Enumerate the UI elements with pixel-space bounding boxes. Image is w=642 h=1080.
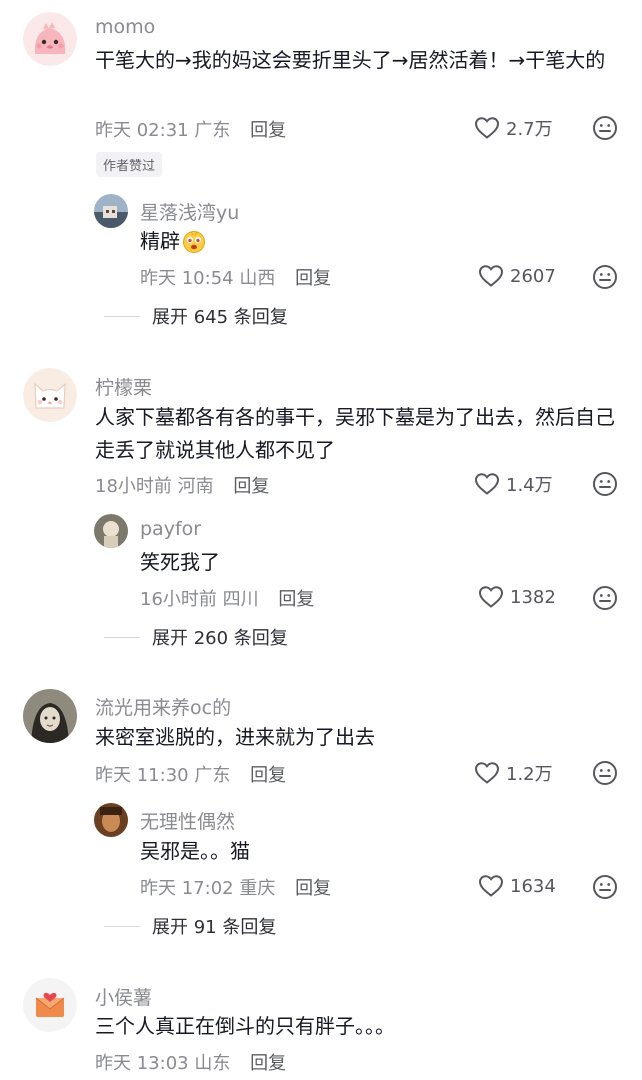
- white-cat-avatar-icon: [23, 368, 77, 422]
- avatar[interactable]: [23, 978, 77, 1032]
- sticker-reply-button[interactable]: [592, 585, 618, 611]
- photo-avatar-icon: [94, 514, 128, 548]
- reply-username[interactable]: payfor: [140, 518, 201, 540]
- heart-icon: [474, 117, 500, 139]
- photo-avatar-icon: [94, 803, 128, 837]
- comment-time: 昨天 11:30: [95, 765, 189, 786]
- smiley-face-icon: [593, 265, 617, 289]
- like-button[interactable]: 1.4万: [474, 471, 553, 497]
- smiley-face-icon: [593, 875, 617, 899]
- expand-replies-label: 展开 260 条回复: [152, 628, 288, 649]
- like-button[interactable]: 1382: [478, 585, 556, 609]
- smiley-face-icon: [593, 116, 617, 140]
- reply-location: 山西: [239, 268, 276, 289]
- expand-replies-button[interactable]: 展开 91 条回复: [104, 913, 276, 939]
- expand-replies-button[interactable]: 展开 645 条回复: [104, 303, 288, 329]
- avatar[interactable]: [23, 689, 77, 743]
- divider: [104, 315, 140, 317]
- comment-location: 广东: [194, 120, 231, 141]
- reply-meta: 昨天 17:02 重庆 回复: [140, 874, 331, 900]
- comment-location: 广东: [194, 765, 231, 786]
- reply-button[interactable]: 回复: [250, 1053, 286, 1074]
- comment-username[interactable]: 流光用来养oc的: [95, 693, 231, 720]
- sticker-reply-button[interactable]: [592, 760, 618, 786]
- heart-icon: [474, 473, 500, 495]
- like-button[interactable]: 2607: [478, 264, 556, 288]
- comment-meta: 昨天 13:03 山东 回复: [95, 1049, 286, 1075]
- comment-username[interactable]: momo: [95, 16, 155, 38]
- reply-location: 四川: [222, 589, 259, 610]
- like-button[interactable]: 1.2万: [474, 760, 553, 786]
- reply-username[interactable]: 无理性偶然: [140, 807, 235, 834]
- like-count: 1382: [510, 586, 556, 608]
- reply-meta: 16小时前 四川 回复: [140, 585, 314, 611]
- envelope-heart-avatar-icon: [23, 978, 77, 1032]
- avatar[interactable]: [94, 514, 128, 548]
- bubbly-face-emoji-icon: [183, 230, 205, 253]
- heart-icon: [478, 586, 504, 608]
- comment-meta: 昨天 02:31 广东 回复: [95, 116, 286, 142]
- like-count: 2607: [510, 265, 556, 287]
- comment-username[interactable]: 小侯薯: [95, 983, 152, 1010]
- smiley-face-icon: [593, 586, 617, 610]
- divider: [104, 636, 140, 638]
- smiley-face-icon: [593, 761, 617, 785]
- reply-location: 重庆: [239, 878, 276, 899]
- heart-icon: [478, 875, 504, 897]
- reply-time: 昨天 10:54: [140, 268, 234, 289]
- comment-meta: 18小时前 河南 回复: [95, 472, 269, 498]
- comment-time: 昨天 13:03: [95, 1053, 189, 1074]
- avatar[interactable]: [94, 803, 128, 837]
- comment-time: 18小时前: [95, 476, 172, 497]
- heart-icon: [474, 762, 500, 784]
- heart-icon: [478, 265, 504, 287]
- comment-text: 来密室逃脱的，进来就为了出去: [95, 725, 375, 749]
- reply-text-content: 精辟: [140, 229, 180, 253]
- landscape-avatar-icon: [94, 194, 128, 228]
- reply-time: 昨天 17:02: [140, 878, 234, 899]
- expand-replies-button[interactable]: 展开 260 条回复: [104, 624, 288, 650]
- reply-text: 吴邪是。。猫: [140, 839, 250, 863]
- like-button[interactable]: 2.7万: [474, 115, 553, 141]
- avatar[interactable]: [94, 194, 128, 228]
- expand-replies-label: 展开 645 条回复: [152, 307, 288, 328]
- like-count: 1634: [510, 875, 556, 897]
- reply-button[interactable]: 回复: [295, 268, 331, 289]
- sticker-reply-button[interactable]: [592, 874, 618, 900]
- reply-text: 笑死我了: [140, 550, 220, 574]
- comment-text: 人家下墓都各有各的事干，吴邪下墓是为了出去，然后自己走丢了就说其他人都不见了: [95, 405, 615, 462]
- comment-meta: 昨天 11:30 广东 回复: [95, 761, 286, 787]
- expand-replies-label: 展开 91 条回复: [152, 917, 277, 938]
- avatar[interactable]: [23, 12, 77, 66]
- sticker-reply-button[interactable]: [592, 264, 618, 290]
- reply-username[interactable]: 星落浅湾yu: [140, 198, 239, 225]
- comment-time: 昨天 02:31: [95, 120, 189, 141]
- like-count: 1.4万: [506, 475, 553, 496]
- like-button[interactable]: 1634: [478, 874, 556, 898]
- reply-button[interactable]: 回复: [250, 120, 286, 141]
- reply-text: 精辟: [140, 225, 206, 258]
- comment-text: 干笔大的→我的妈这会要折里头了→居然活着！→干笔大的: [95, 48, 606, 72]
- anime-character-avatar-icon: [23, 689, 77, 743]
- smiley-face-icon: [593, 472, 617, 496]
- like-count: 2.7万: [506, 119, 553, 140]
- like-count: 1.2万: [506, 764, 553, 785]
- comment-username[interactable]: 柠檬栗: [95, 373, 152, 400]
- reply-meta: 昨天 10:54 山西 回复: [140, 264, 331, 290]
- pink-monster-avatar-icon: [23, 12, 77, 66]
- sticker-reply-button[interactable]: [592, 115, 618, 141]
- avatar[interactable]: [23, 368, 77, 422]
- reply-button[interactable]: 回复: [250, 765, 286, 786]
- comment-text: 三个人真正在倒斗的只有胖子。。。: [95, 1014, 395, 1038]
- reply-button[interactable]: 回复: [233, 476, 269, 497]
- comment-location: 河南: [177, 476, 214, 497]
- author-liked-badge: 作者赞过: [96, 152, 163, 177]
- reply-time: 16小时前: [140, 589, 217, 610]
- sticker-reply-button[interactable]: [592, 471, 618, 497]
- reply-button[interactable]: 回复: [278, 589, 314, 610]
- comment-location: 山东: [194, 1053, 231, 1074]
- reply-button[interactable]: 回复: [295, 878, 331, 899]
- divider: [104, 925, 140, 927]
